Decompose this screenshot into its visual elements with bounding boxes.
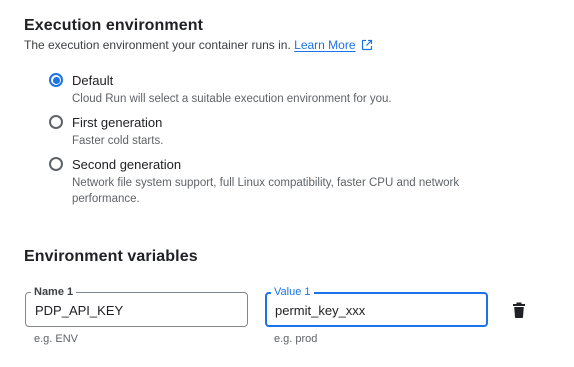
- env-value-label: Value 1: [271, 286, 314, 298]
- env-value-input[interactable]: [275, 303, 475, 318]
- radio-selected-dot: [52, 76, 60, 84]
- execution-environment-description: The execution environment your container…: [24, 38, 373, 52]
- external-link-icon[interactable]: [361, 39, 373, 51]
- radio-default-label[interactable]: Default: [72, 73, 113, 88]
- radio-second-generation-button[interactable]: [49, 157, 63, 171]
- execution-description-text: The execution environment your container…: [24, 38, 291, 52]
- env-name-input[interactable]: [35, 303, 235, 318]
- radio-default-button[interactable]: [49, 73, 63, 87]
- radio-second-generation[interactable]: [49, 157, 63, 171]
- radio-default[interactable]: [49, 73, 63, 87]
- env-value-hint: e.g. prod: [274, 333, 318, 345]
- learn-more-link[interactable]: Learn More: [294, 38, 355, 52]
- delete-variable-button[interactable]: [508, 299, 530, 321]
- radio-first-generation-description: Faster cold starts.: [72, 135, 164, 147]
- env-name-label: Name 1: [31, 286, 77, 298]
- env-name-hint: e.g. ENV: [34, 333, 79, 345]
- radio-first-generation-button[interactable]: [49, 115, 63, 129]
- radio-first-generation-label[interactable]: First generation: [72, 115, 162, 130]
- radio-second-generation-label[interactable]: Second generation: [72, 157, 181, 172]
- trash-icon[interactable]: [512, 302, 526, 318]
- radio-second-generation-description-line1: Network file system support, full Linux …: [72, 177, 460, 189]
- radio-first-generation[interactable]: [49, 115, 63, 129]
- environment-variables-title: Environment variables: [24, 248, 198, 265]
- execution-environment-title: Execution environment: [24, 17, 204, 34]
- radio-second-generation-description-line2: performance.: [72, 193, 140, 205]
- radio-default-description: Cloud Run will select a suitable executi…: [72, 93, 392, 105]
